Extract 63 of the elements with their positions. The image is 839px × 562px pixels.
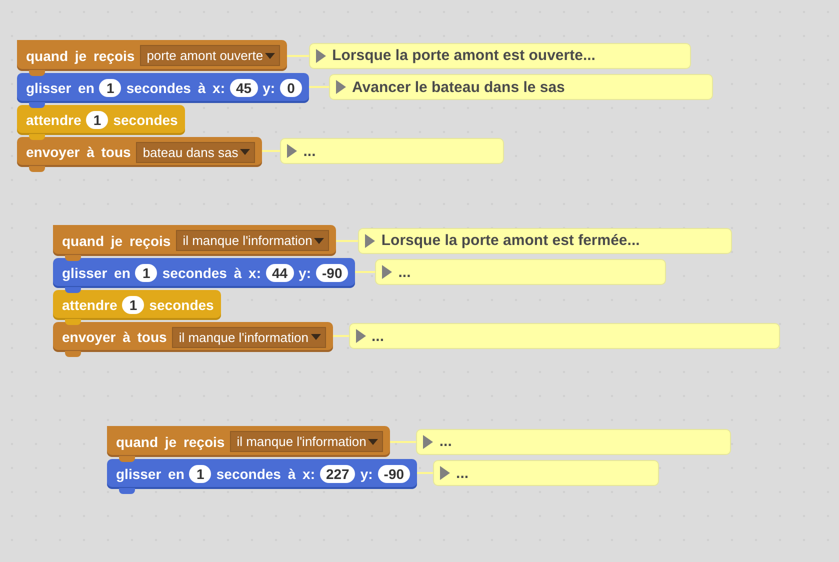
expand-triangle-icon[interactable]: [382, 265, 392, 279]
block-label: envoyer à tous: [62, 329, 167, 345]
expand-triangle-icon[interactable]: [287, 144, 298, 158]
block-label: quand je reçois: [26, 48, 135, 64]
caret-icon: [368, 438, 378, 444]
expand-triangle-icon[interactable]: [316, 48, 326, 62]
block-label: envoyer à tous: [26, 144, 131, 160]
comment-text: ...: [439, 433, 452, 450]
block-label: quand je reçois: [116, 434, 225, 450]
number-input[interactable]: 227: [320, 465, 356, 483]
block-label: quand je reçois: [62, 232, 171, 248]
comment-text: Lorsque la porte amont est ouverte...: [332, 47, 596, 64]
expand-triangle-icon[interactable]: [440, 466, 450, 480]
number-input[interactable]: 45: [230, 79, 258, 97]
block-label: glisser en: [26, 80, 94, 96]
expand-triangle-icon[interactable]: [365, 234, 376, 248]
comment-text: ...: [303, 142, 316, 160]
comment-note[interactable]: Lorsque la porte amont est fermée...: [358, 228, 732, 254]
block-label: y:: [360, 466, 373, 482]
expand-triangle-icon[interactable]: [336, 80, 346, 94]
comment-note[interactable]: ...: [280, 138, 504, 164]
block-label: secondes à x:: [162, 265, 261, 281]
comment-note[interactable]: ...: [375, 259, 666, 285]
block-label: secondes à x:: [126, 80, 225, 96]
number-input[interactable]: 1: [122, 296, 144, 314]
comment-text: ...: [398, 264, 411, 280]
caret-icon: [314, 238, 324, 244]
block-label: secondes à x:: [216, 466, 315, 482]
block-label: y:: [262, 80, 276, 96]
number-input[interactable]: 1: [135, 264, 158, 282]
expand-triangle-icon[interactable]: [423, 434, 434, 448]
number-input[interactable]: -90: [378, 465, 410, 483]
comment-note[interactable]: Lorsque la porte amont est ouverte...: [309, 42, 692, 68]
comment-text: ...: [372, 328, 384, 344]
number-input[interactable]: 1: [189, 465, 212, 483]
message-dropdown[interactable]: il manque l'information: [230, 431, 384, 452]
block-label: attendre: [26, 112, 82, 128]
block-label: glisser en: [62, 265, 130, 281]
expand-triangle-icon[interactable]: [356, 329, 366, 343]
comment-note[interactable]: ...: [416, 428, 732, 454]
block-label: y:: [298, 265, 312, 281]
number-input[interactable]: 1: [86, 111, 108, 129]
number-input[interactable]: 1: [99, 79, 122, 97]
comment-note[interactable]: ...: [348, 323, 780, 349]
message-dropdown[interactable]: porte amont ouverte: [140, 45, 280, 66]
number-input[interactable]: 44: [266, 264, 294, 282]
number-input[interactable]: -90: [316, 264, 348, 282]
message-dropdown[interactable]: il manque l'information: [176, 230, 330, 251]
number-input[interactable]: 0: [280, 79, 302, 97]
comment-text: Avancer le bateau dans le sas: [352, 78, 565, 96]
block-label: attendre: [62, 297, 118, 313]
block-label: secondes: [113, 112, 178, 128]
caret-icon: [265, 52, 276, 58]
comment-text: ...: [456, 464, 469, 482]
block-label: glisser en: [116, 466, 184, 482]
message-dropdown[interactable]: bateau dans sas: [136, 142, 256, 162]
comment-note[interactable]: ...: [433, 460, 660, 486]
caret-icon: [310, 334, 320, 340]
comment-text: Lorsque la porte amont est fermée...: [381, 232, 640, 249]
message-dropdown[interactable]: il manque l'information: [172, 326, 326, 348]
comment-note[interactable]: Avancer le bateau dans le sas: [329, 74, 714, 100]
block-label: secondes: [149, 297, 214, 313]
caret-icon: [240, 149, 250, 155]
